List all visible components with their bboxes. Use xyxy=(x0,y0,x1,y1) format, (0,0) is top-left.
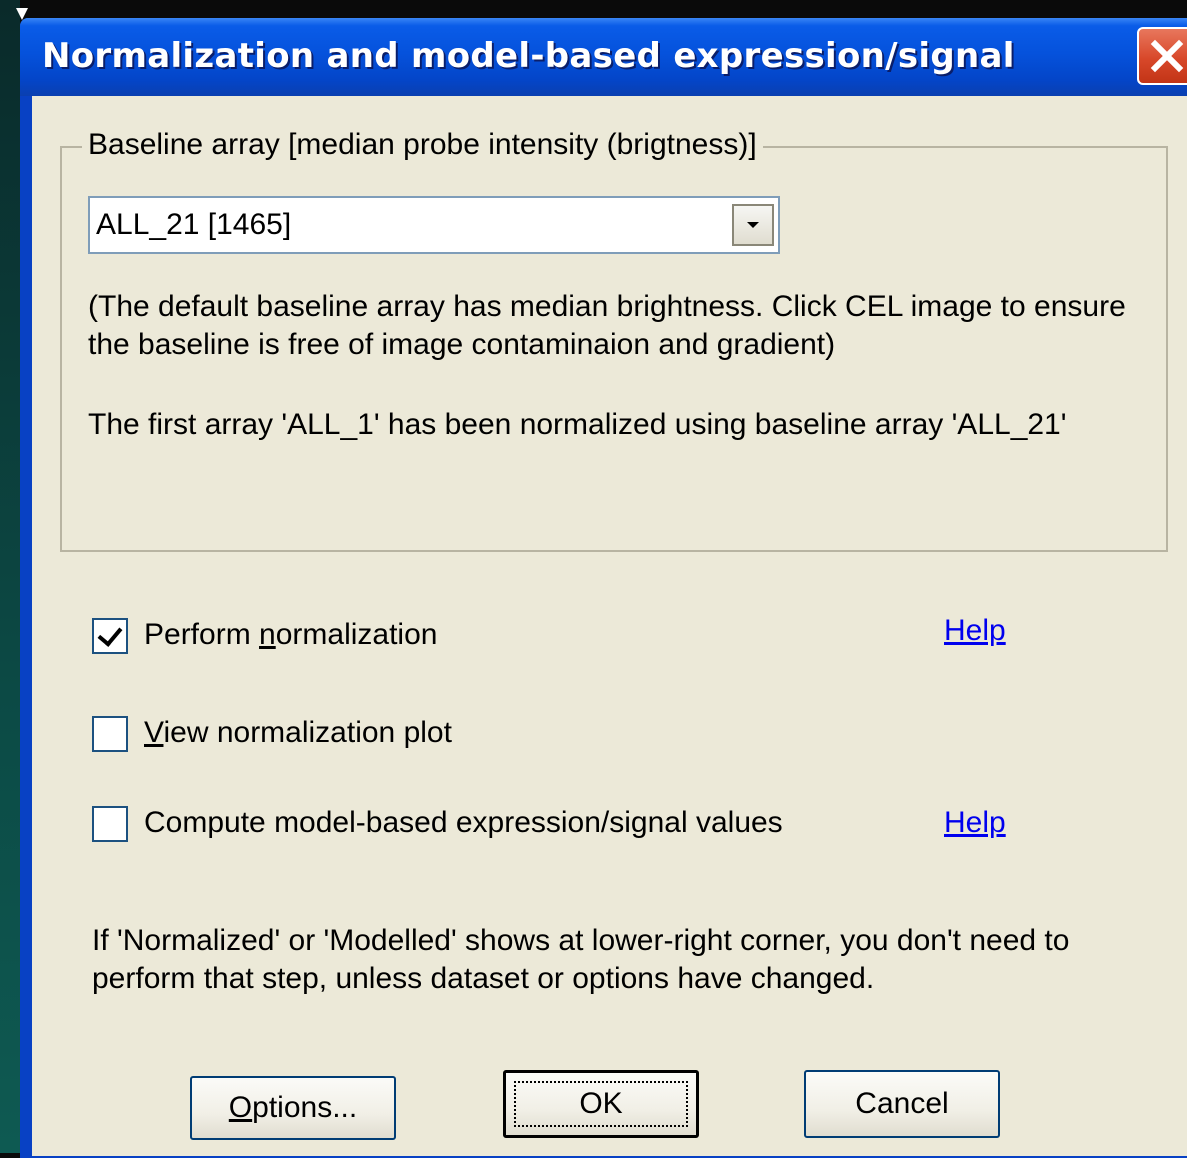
view-normalization-plot-checkbox[interactable] xyxy=(92,716,128,752)
baseline-note-line2: the baseline is free of image contaminai… xyxy=(88,328,836,361)
options-button[interactable]: Options... xyxy=(190,1076,396,1140)
normalization-status-text: The first array 'ALL_1' has been normali… xyxy=(88,408,1067,441)
label-part: iew normalization plot xyxy=(163,716,452,749)
label-accelerator: V xyxy=(144,716,164,749)
dialog-client-area: Baseline array [median probe intensity (… xyxy=(32,96,1187,1156)
dialog-title: Normalization and model-based expression… xyxy=(42,36,1015,76)
combo-dropdown-button[interactable] xyxy=(732,204,774,246)
chevron-down-icon xyxy=(747,222,759,228)
baseline-groupbox: Baseline array [median probe intensity (… xyxy=(60,128,1168,552)
baseline-note: (The default baseline array has median b… xyxy=(88,288,1126,364)
compute-model-checkbox[interactable] xyxy=(92,806,128,842)
label-part: ormalization xyxy=(275,618,438,651)
compute-model-label[interactable]: Compute model-based expression/signal va… xyxy=(144,806,783,840)
baseline-note-line1: (The default baseline array has median b… xyxy=(88,290,1126,323)
combo-selected-value: ALL_21 [1465] xyxy=(96,208,292,241)
perform-normalization-label[interactable]: Perform normalization xyxy=(144,618,437,652)
label-accelerator: n xyxy=(259,618,276,651)
baseline-array-combobox[interactable]: ALL_21 [1465] xyxy=(88,196,780,254)
title-bar[interactable]: Normalization and model-based expression… xyxy=(20,18,1187,96)
desktop-background xyxy=(0,0,20,1153)
close-icon xyxy=(1150,39,1184,73)
label-part: Compute model-based expression/signal va… xyxy=(144,806,783,839)
footer-note: If 'Normalized' or 'Modelled' shows at l… xyxy=(92,922,1069,998)
cancel-button-label: Cancel xyxy=(855,1087,949,1120)
close-button[interactable] xyxy=(1137,27,1187,85)
ok-button[interactable]: OK xyxy=(503,1070,699,1138)
focus-rectangle xyxy=(514,1081,688,1127)
cancel-button[interactable]: Cancel xyxy=(804,1070,1000,1138)
label-part: Perform xyxy=(144,618,260,651)
baseline-groupbox-legend: Baseline array [median probe intensity (… xyxy=(82,128,763,162)
footer-note-line2: perform that step, unless dataset or opt… xyxy=(92,962,875,995)
dialog-window: Normalization and model-based expression… xyxy=(20,18,1187,1158)
footer-note-line1: If 'Normalized' or 'Modelled' shows at l… xyxy=(92,924,1070,957)
help-link-normalization[interactable]: Help xyxy=(944,614,1006,648)
perform-normalization-checkbox[interactable] xyxy=(92,618,128,654)
options-button-accelerator: O xyxy=(228,1091,253,1124)
options-button-label: ptions... xyxy=(252,1091,358,1124)
view-normalization-plot-label[interactable]: View normalization plot xyxy=(144,716,452,750)
help-link-compute-model[interactable]: Help xyxy=(944,806,1006,840)
